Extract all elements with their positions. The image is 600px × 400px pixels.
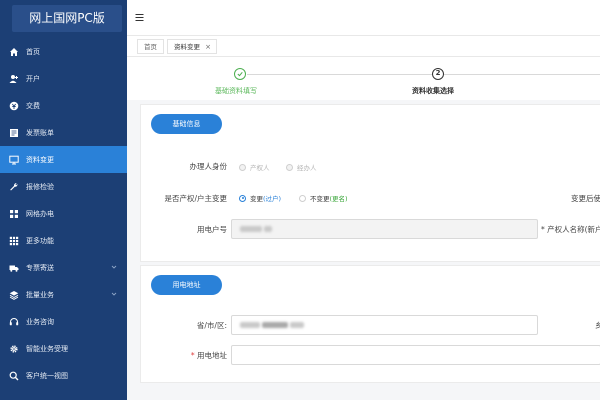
account-number-label: 用电户号: [197, 225, 227, 234]
sidebar-item-grid-power[interactable]: 网格办电: [0, 200, 127, 227]
sidebar-item-customer-view[interactable]: 客户统一视图: [0, 362, 127, 389]
step-1-label: 基础资料填写: [215, 87, 257, 95]
truck-icon: [9, 263, 19, 273]
tab-home[interactable]: 首页: [137, 39, 164, 54]
chevron-down-icon: [111, 291, 117, 297]
tab-data-change[interactable]: 资料变更 ×: [167, 39, 217, 54]
address-detail-label: * 用电地址: [151, 350, 227, 361]
menu-toggle-icon[interactable]: [135, 13, 144, 22]
sidebar-item-open-account[interactable]: 开户: [0, 65, 127, 92]
radio-dot: [286, 163, 293, 171]
check-icon: [236, 71, 243, 76]
address-panel: 用电地址 省/市/区: 乡 * 用电地址: [140, 265, 600, 383]
sidebar-item-consult[interactable]: 业务咨询: [0, 308, 127, 335]
sidebar-item-label: 资料变更: [26, 155, 54, 164]
owner-change-yes-radio[interactable]: 变更 (过户): [239, 193, 281, 203]
sidebar-item-label: 交费: [26, 101, 40, 110]
sidebar-item-label: 客户统一视图: [26, 371, 68, 380]
sidebar-item-label: 发票账单: [26, 128, 54, 137]
redacted-value: [240, 322, 260, 328]
sidebar-item-label: 报修检验: [26, 182, 54, 191]
step-connector: [443, 74, 600, 75]
sidebar-item-repair[interactable]: 报修检验: [0, 173, 127, 200]
tab-bar: 首页 资料变更 ×: [127, 36, 600, 57]
redacted-value: [262, 322, 288, 328]
handler-owner-radio[interactable]: 产权人: [239, 162, 270, 172]
address-detail-input[interactable]: [231, 345, 600, 365]
radio-label: 变更: [250, 195, 263, 203]
township-label: 乡: [595, 321, 600, 330]
required-mark: *: [190, 351, 195, 360]
sidebar-item-label: 更多功能: [26, 236, 54, 245]
region-select[interactable]: [231, 315, 538, 335]
section-title-basic: 基础信息: [151, 114, 222, 134]
basic-info-panel: 基础信息 办理人身份 产权人 经办人 是否产权/户主变更 变更 (过户) 不变更…: [140, 104, 600, 262]
radio-label: 产权人: [250, 164, 270, 172]
radio-label: 经办人: [297, 164, 317, 172]
gear-icon: [9, 344, 19, 354]
close-icon[interactable]: ×: [205, 40, 211, 54]
redacted-value: [240, 226, 262, 232]
invoice-icon: [9, 128, 19, 138]
step-2-label: 资料收集选择: [412, 87, 454, 95]
sidebar-item-label: 专票寄送: [26, 263, 54, 272]
sidebar-item-more[interactable]: 更多功能: [0, 227, 127, 254]
sidebar-menu: 首页 开户 交费 发票账单 资料变更 报修检验 网格办电 更多功能 专票寄送 批…: [0, 38, 127, 389]
user-add-icon: [9, 74, 19, 84]
sidebar-item-label: 开户: [26, 74, 40, 83]
section-title-address: 用电地址: [151, 275, 222, 295]
sidebar-item-data-change[interactable]: 资料变更: [0, 146, 127, 173]
step-2-indicator: 2: [432, 68, 444, 80]
monitor-icon: [9, 155, 19, 165]
owner-change-no-radio[interactable]: 不变更 (更名): [299, 193, 348, 203]
chevron-down-icon: [111, 264, 117, 270]
sidebar-item-invoice-mail[interactable]: 专票寄送: [0, 254, 127, 281]
sidebar-item-payment[interactable]: 交费: [0, 92, 127, 119]
owner-change-label: 是否产权/户主变更: [164, 194, 227, 203]
top-bar: [127, 0, 600, 36]
radio-label: 不变更: [310, 195, 330, 203]
redacted-value: [264, 226, 272, 232]
payment-icon: [9, 101, 19, 111]
radio-dot: [239, 163, 246, 171]
radio-dot: [299, 194, 306, 202]
sidebar-item-label: 首页: [26, 47, 40, 56]
redacted-value: [290, 322, 304, 328]
sidebar-item-home[interactable]: 首页: [0, 38, 127, 65]
sidebar-item-smart-accept[interactable]: 智能业务受理: [0, 335, 127, 362]
sidebar-item-batch[interactable]: 批量业务: [0, 281, 127, 308]
sidebar-item-invoice[interactable]: 发票账单: [0, 119, 127, 146]
radio-dot: [239, 194, 246, 202]
step-1-indicator: [234, 68, 246, 80]
radio-hint: (更名): [329, 195, 348, 203]
wrench-icon: [9, 182, 19, 192]
owner-name-label: * 产权人名称(新户: [541, 225, 600, 234]
region-label: 省/市/区:: [196, 321, 227, 330]
progress-steps: 2 基础资料填写 资料收集选择: [127, 57, 600, 100]
sidebar-item-label: 网格办电: [26, 209, 54, 218]
app-brand: 网上国网PC版: [12, 5, 122, 32]
post-change-usage-label: 变更后使: [571, 194, 600, 203]
sidebar-item-label: 智能业务受理: [26, 344, 68, 353]
tab-label: 资料变更: [174, 43, 200, 51]
radio-hint: (过户): [263, 195, 282, 203]
handler-identity-label: 办理人身份: [189, 162, 228, 171]
headset-icon: [9, 317, 19, 327]
grid-network-icon: [9, 209, 19, 219]
address-detail-text: 用电地址: [197, 351, 227, 360]
search-icon: [9, 371, 19, 381]
home-icon: [9, 47, 19, 57]
apps-icon: [9, 236, 19, 246]
sidebar-item-label: 业务咨询: [26, 317, 54, 326]
sidebar-item-label: 批量业务: [26, 290, 54, 299]
account-number-input[interactable]: [231, 219, 538, 239]
layers-icon: [9, 290, 19, 300]
handler-agent-radio[interactable]: 经办人: [286, 162, 317, 172]
sidebar: 网上国网PC版 首页 开户 交费 发票账单 资料变更 报修检验 网格办电 更多功…: [0, 0, 127, 400]
